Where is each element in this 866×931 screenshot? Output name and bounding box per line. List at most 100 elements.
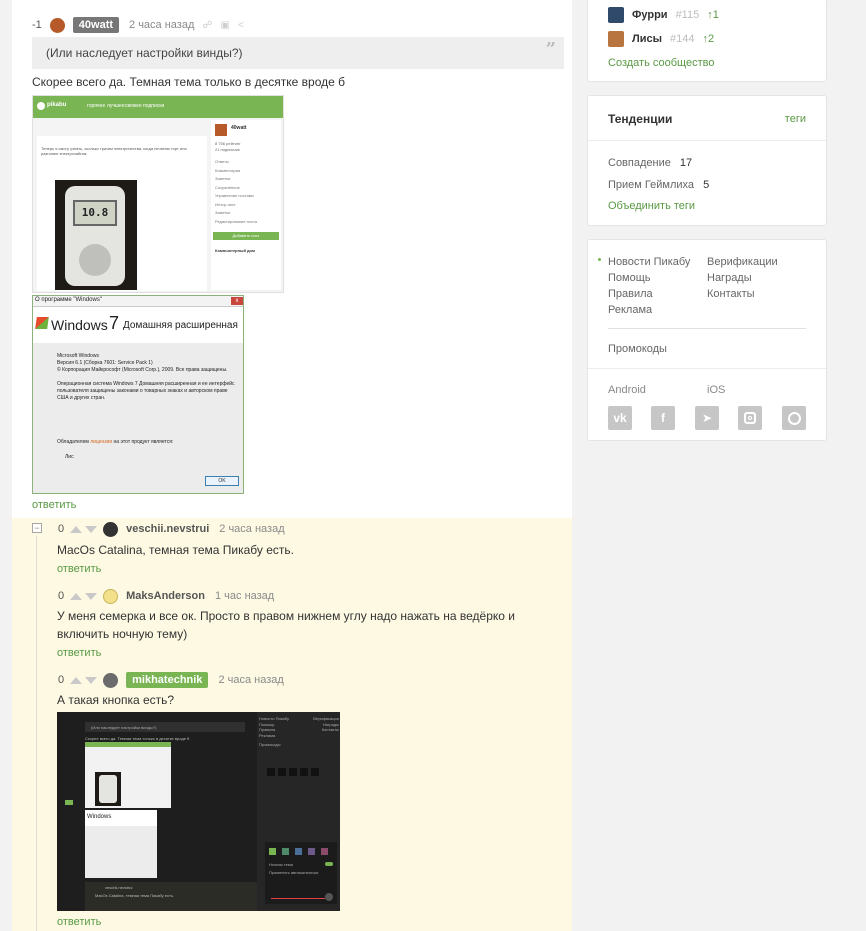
android-link[interactable]: Android [608,384,646,396]
dark-main: (Или наследует настройки винды?) Скорее … [57,712,257,911]
trend-item[interactable]: Прием Геймлиха 5 [608,179,709,191]
trends-title: Тенденции [608,112,673,126]
footer-link[interactable]: Новости Пикабу [608,254,690,270]
facebook-icon[interactable]: f [651,406,675,430]
community-avatar [608,31,624,47]
dark-footer-links: Новости Пикабу Верификации Помощь Награды … [259,716,339,748]
instagram-lens [748,416,752,420]
create-community-link[interactable]: Создать сообщество [608,57,714,69]
pikabu-nav-4: подписки [143,103,165,109]
pikabu-post-text: Теперь я смогу узнать, сколько тратим эл… [41,146,187,156]
comment-time[interactable]: 2 часа назад [129,19,194,31]
divider [608,328,806,329]
dark-theme-popup: Ночная тема Применить автоматически [265,842,337,904]
collapse-thread-button[interactable]: − [32,523,42,533]
dark-night-toggle [325,862,333,866]
dark-footer-row: Реклама [259,732,276,738]
divider [588,368,826,369]
username-badge[interactable]: 40watt [72,17,120,33]
upvote-icon[interactable] [70,676,83,684]
username-badge[interactable]: mikhatechnik [126,672,209,688]
community-item[interactable]: Лисы #144 ↑ 2 [608,31,714,47]
telegram-icon[interactable]: ➤ [695,406,719,430]
swatch [295,848,302,855]
pikabu-stat-2: 21 подписчик [215,147,240,152]
comment-image-windows[interactable]: О программе "Windows" x Windows 7 Домашн… [32,295,244,494]
pikabu-menu-item: Управление постами [215,193,254,198]
windows-version: 7 [109,313,120,333]
downvote-icon[interactable] [85,525,98,533]
merge-tags-link[interactable]: Объединить теги [608,200,695,212]
avatar[interactable] [49,17,65,33]
downvote-icon[interactable] [85,592,98,600]
upvote-icon[interactable] [70,525,83,533]
pikabu-profile-panel: 40watt 8 756 рейтинг 21 подписчик Ответы… [211,120,281,290]
comment-image-pikabu[interactable]: pikabu горячее лучшее свежее подписки Те… [32,95,284,293]
pikabu-logo-icon [37,102,45,110]
community-name: Фурри [632,9,668,21]
windows-license-link: лицензии [90,439,113,445]
comment-time[interactable]: 1 час назад [215,590,274,602]
save-icon[interactable]: ▣ [221,20,230,31]
username[interactable]: veschii.nevstrui [126,523,209,535]
reply-link[interactable]: ответить [57,563,101,575]
windows-close-icon: x [231,297,243,305]
community-item[interactable]: Фурри #115 ↑ 1 [608,7,719,23]
community-delta: 2 [707,33,715,45]
link-icon[interactable]: ☍ [202,20,212,31]
dark-social-icon [267,768,275,776]
reply-link[interactable]: ответить [57,647,101,659]
share-icon[interactable]: < [238,20,244,31]
instagram-icon[interactable] [738,406,762,430]
upvote-icon[interactable] [70,592,83,600]
avatar[interactable] [103,588,119,604]
reply-link[interactable]: ответить [57,916,101,928]
pikabu-nav-2: лучшее [107,103,125,109]
viber-icon[interactable] [782,406,806,430]
dark-color-swatches [269,848,328,855]
pikabu-post: Теперь я смогу узнать, сколько тратим эл… [37,136,207,291]
comment-time[interactable]: 2 часа назад [219,523,284,535]
footer-link[interactable]: Награды [707,270,778,286]
community-name: Лисы [632,33,662,45]
pikabu-avatar [215,124,227,136]
dark-night-label: Ночная тема [269,862,293,867]
footer-link[interactable]: Верификации [707,254,778,270]
avatar[interactable] [103,521,119,537]
dark-reply-user: veschii.nevstrui [105,885,133,890]
swatch [308,848,315,855]
dark-reply-text: MacOs Catalina, темная тема Пикабу есть. [95,893,174,898]
community-rank: #144 [670,33,695,45]
comment-time[interactable]: 2 часа назад [218,674,283,686]
username[interactable]: MaksAnderson [126,590,205,602]
pikabu-menu: Ответы Комментарии Заметки Сохранённое У… [215,158,257,226]
downvote-icon[interactable] [85,676,98,684]
dark-bucket-icon [325,893,333,901]
footer-link[interactable]: Правила [608,286,690,302]
reply-link[interactable]: ответить [32,499,76,511]
trend-item[interactable]: Совпадение 17 [608,157,692,169]
comments-column: -1 40watt 2 часа назад ☍ ▣ < (Или наслед… [12,0,572,931]
pikabu-nav-3: свежее [125,103,142,109]
windows-line: Версия 6.1 (Сборка 7601: Service Pack 1) [57,360,153,366]
pikabu-stat-1: 8 756 рейтинг [215,141,241,146]
comment-header: 0 veschii.nevstrui 2 часа назад [58,520,285,538]
dark-auto-label: Применить автоматически [269,870,319,875]
comment-rating: 0 [58,523,65,535]
windows-banner: Windows 7 Домашняя расширенная [33,307,243,343]
promo-link[interactable]: Промокоды [608,343,667,355]
vk-icon[interactable]: vk [608,406,632,430]
footer-link[interactable]: Реклама [608,302,690,318]
dark-thumb-photo [95,772,121,806]
footer-link[interactable]: Помощь [608,270,690,286]
ios-link[interactable]: iOS [707,384,725,396]
meter-body: 10.8 [65,186,125,286]
windows-title: О программе "Windows" [35,297,102,303]
comment-image-dark-theme[interactable]: (Или наследует настройки винды?) Скорее … [57,712,340,911]
avatar[interactable] [103,672,119,688]
tags-link[interactable]: теги [785,113,806,125]
footer-link[interactable]: Контакты [707,286,778,302]
thread-line[interactable] [36,536,37,931]
windows-info: Microsoft Windows Версия 6.1 (Сборка 760… [57,353,241,402]
pikabu-menu-item: Сохранённое [215,184,240,190]
